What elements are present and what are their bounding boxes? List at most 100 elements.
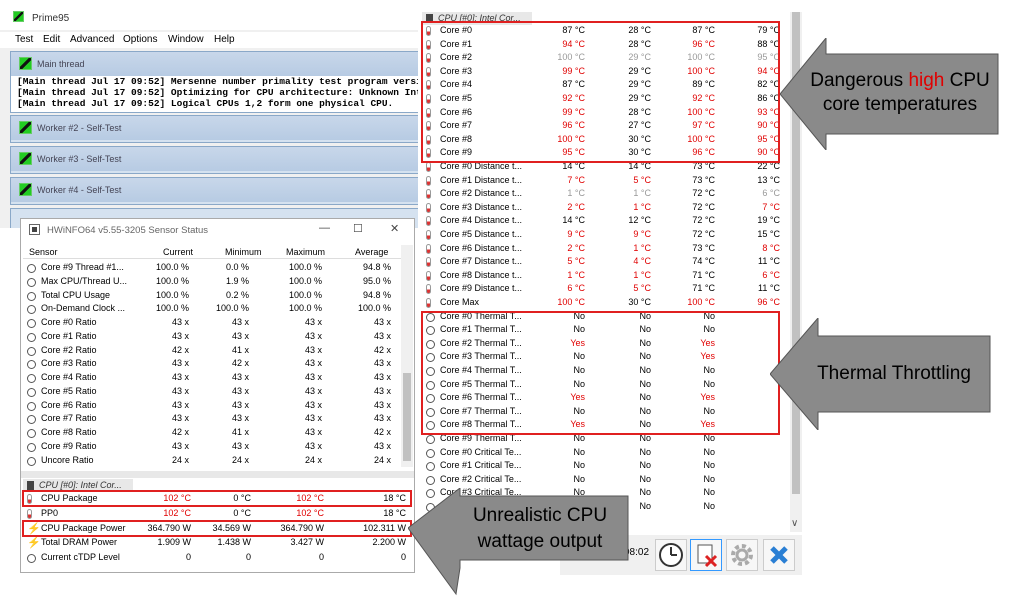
menu-advanced[interactable]: Advanced <box>70 34 114 45</box>
table-row[interactable]: Core #2 Distance t... 1 °C 1 °C 72 °C 6 °C <box>422 187 787 201</box>
hwinfo-titlebar[interactable]: HWiNFO64 v5.55-3205 Sensor Status — ☐ ✕ <box>21 219 414 241</box>
scrollbar-thumb[interactable] <box>403 373 411 461</box>
menu-window[interactable]: Window <box>168 34 204 45</box>
table-row[interactable]: Core #2 Ratio 42 x 41 x 43 x 42 x <box>23 344 403 358</box>
table-row[interactable]: Core #2 Critical Te... No No No <box>422 473 787 487</box>
table-row[interactable]: Core #9 95 °C 30 °C 96 °C 90 °C <box>422 146 787 160</box>
col-average[interactable]: Average <box>355 247 388 257</box>
table-row[interactable]: CPU Package 102 °C 0 °C 102 °C 18 °C <box>23 492 413 506</box>
sensor-value: No <box>639 378 651 389</box>
table-row[interactable]: Core #1 Ratio 43 x 43 x 43 x 43 x <box>23 330 403 344</box>
sensor-value: No <box>573 446 585 457</box>
table-row[interactable]: Core #0 Critical Te... No No No <box>422 446 787 460</box>
table-row[interactable]: Core #7 Ratio 43 x 43 x 43 x 43 x <box>23 412 403 426</box>
table-row[interactable]: ⚡ CPU Package Power 364.790 W 34.569 W 364.7… <box>23 522 413 536</box>
sensor-name: Core #8 Distance t... <box>440 269 523 280</box>
table-row[interactable]: Core #1 Thermal T... No No No <box>422 323 787 337</box>
table-row[interactable]: Core #3 Ratio 43 x 42 x 43 x 43 x <box>23 357 403 371</box>
sensor-value: 92 °C <box>692 93 715 103</box>
table-row[interactable]: Core #2 100 °C 29 °C 100 °C 95 °C <box>422 51 787 65</box>
thermometer-icon <box>426 121 431 132</box>
col-maximum[interactable]: Maximum <box>286 247 325 257</box>
table-row[interactable]: Core #5 Distance t... 9 °C 9 °C 72 °C 15 °C <box>422 228 787 242</box>
worker-4-window[interactable]: Worker #4 - Self-Test <box>10 177 418 205</box>
table-row[interactable]: Core #7 96 °C 27 °C 97 °C 90 °C <box>422 119 787 133</box>
settings-button[interactable] <box>726 539 758 571</box>
scroll-down-icon[interactable]: ∨ <box>791 518 798 529</box>
sensor-name: Core #4 Distance t... <box>440 215 523 226</box>
sensor-name: Core #9 Thread #1... <box>41 262 124 272</box>
table-row[interactable]: Core #9 Distance t... 6 °C 5 °C 71 °C 11 °C <box>422 282 787 296</box>
reset-button[interactable] <box>690 539 722 571</box>
sensor-value: 43 x <box>231 413 249 424</box>
sensor-value: 14 °C <box>628 161 651 171</box>
table-row[interactable]: Uncore Ratio 24 x 24 x 24 x 24 x <box>23 454 403 468</box>
table-row[interactable]: Total CPU Usage 100.0 % 0.2 % 100.0 % 94.8 % <box>23 289 403 303</box>
table-row[interactable]: Core #7 Distance t... 5 °C 4 °C 74 °C 11 °C <box>422 255 787 269</box>
table-row[interactable]: On-Demand Clock ... 100.0 % 100.0 % 100.0 %… <box>23 302 403 316</box>
sensor-value: No <box>573 473 585 484</box>
table-row[interactable]: Core #4 Distance t... 14 °C 12 °C 72 °C 19 °… <box>422 214 787 228</box>
table-row[interactable]: Core #9 Thermal T... No No No <box>422 432 787 446</box>
table-row[interactable]: Max CPU/Thread U... 100.0 % 1.9 % 100.0 % 95… <box>23 275 403 289</box>
table-row[interactable]: Core Max 100 °C 30 °C 100 °C 96 °C <box>422 296 787 310</box>
table-row[interactable]: Current cTDP Level 0 0 0 0 <box>23 551 413 565</box>
table-row[interactable]: Core #0 Distance t... 14 °C 14 °C 73 °C 22 °… <box>422 160 787 174</box>
table-row[interactable]: Core #4 87 °C 29 °C 89 °C 82 °C <box>422 78 787 92</box>
menu-options[interactable]: Options <box>123 34 157 45</box>
table-row[interactable]: Core #9 Thread #1... 100.0 % 0.0 % 100.0 % 9… <box>23 261 403 275</box>
table-row[interactable]: Core #8 Distance t... 1 °C 1 °C 71 °C 6 °C <box>422 269 787 283</box>
table-row[interactable]: Core #6 Thermal T... Yes No Yes <box>422 391 787 405</box>
sensor-name: Core Max <box>440 297 480 307</box>
sensor-value: 1.909 W <box>157 537 191 548</box>
table-row[interactable]: Core #3 Distance t... 2 °C 1 °C 72 °C 7 °C <box>422 201 787 215</box>
col-sensor[interactable]: Sensor <box>29 247 58 257</box>
table-row[interactable]: Core #0 Thermal T... No No No <box>422 310 787 324</box>
minimize-button[interactable]: — <box>319 222 330 234</box>
menu-test[interactable]: Test <box>15 34 33 45</box>
callout-wattage-text: Unrealistic CPU wattage output <box>450 503 630 555</box>
sensor-value: 9 °C <box>567 229 585 239</box>
prime95-titlebar[interactable]: Prime95 <box>0 0 418 30</box>
table-row[interactable]: Core #1 Critical Te... No No No <box>422 459 787 473</box>
menu-help[interactable]: Help <box>214 34 235 45</box>
worker-3-window[interactable]: Worker #3 - Self-Test <box>10 146 418 174</box>
table-row[interactable]: Core #0 87 °C 28 °C 87 °C 79 °C <box>422 24 787 38</box>
clock-button[interactable] <box>655 539 687 571</box>
table-row[interactable]: Core #5 Ratio 43 x 43 x 43 x 43 x <box>23 385 403 399</box>
table-row[interactable]: Core #5 Thermal T... No No No <box>422 378 787 392</box>
table-row[interactable]: Core #1 94 °C 28 °C 96 °C 88 °C <box>422 38 787 52</box>
close-button[interactable]: ✕ <box>390 222 399 235</box>
table-row[interactable]: Core #5 92 °C 29 °C 92 °C 86 °C <box>422 92 787 106</box>
table-row[interactable]: Core #1 Distance t... 7 °C 5 °C 73 °C 13 °C <box>422 174 787 188</box>
table-row[interactable]: Core #2 Thermal T... Yes No Yes <box>422 337 787 351</box>
close-button[interactable] <box>763 539 795 571</box>
table-row[interactable]: PP0 102 °C 0 °C 102 °C 18 °C <box>23 507 413 521</box>
table-row[interactable]: Core #4 Thermal T... No No No <box>422 364 787 378</box>
worker-2-window[interactable]: Worker #2 - Self-Test <box>10 115 418 143</box>
panel-splitter[interactable] <box>21 471 414 478</box>
sensor-value: 96 °C <box>757 297 780 307</box>
col-current[interactable]: Current <box>163 247 193 257</box>
sensor-value: 43 x <box>373 317 391 327</box>
maximize-button[interactable]: ☐ <box>353 222 363 235</box>
vertical-scrollbar[interactable] <box>401 245 413 467</box>
table-row[interactable]: ⚡ Total DRAM Power 1.909 W 1.438 W 3.427 W 2.… <box>23 536 413 550</box>
table-row[interactable]: Core #9 Ratio 43 x 43 x 43 x 43 x <box>23 440 403 454</box>
main-thread-window[interactable]: Main thread [Main thread Jul 17 09:52] M… <box>10 51 418 113</box>
menu-edit[interactable]: Edit <box>43 34 60 45</box>
table-row[interactable]: Core #8 Ratio 42 x 41 x 43 x 42 x <box>23 426 403 440</box>
table-row[interactable]: Core #8 100 °C 30 °C 100 °C 95 °C <box>422 133 787 147</box>
col-minimum[interactable]: Minimum <box>225 247 262 257</box>
table-row[interactable]: Core #3 99 °C 29 °C 100 °C 94 °C <box>422 65 787 79</box>
table-row[interactable]: Core #8 Thermal T... Yes No Yes <box>422 418 787 432</box>
main-thread-header[interactable]: Main thread <box>11 52 418 76</box>
table-row[interactable]: Core #6 Ratio 43 x 43 x 43 x 43 x <box>23 399 403 413</box>
table-row[interactable]: Core #6 99 °C 28 °C 100 °C 93 °C <box>422 106 787 120</box>
table-row[interactable]: Core #3 Thermal T... No No Yes <box>422 350 787 364</box>
table-row[interactable]: Core #6 Distance t... 2 °C 1 °C 73 °C 8 °C <box>422 242 787 256</box>
table-row[interactable]: Core #0 Ratio 43 x 43 x 43 x 43 x <box>23 316 403 330</box>
table-row[interactable]: Core #4 Ratio 43 x 43 x 43 x 43 x <box>23 371 403 385</box>
table-row[interactable]: Core #7 Thermal T... No No No <box>422 405 787 419</box>
group-header-cpu[interactable]: CPU [#0]: Intel Cor... <box>23 479 133 492</box>
